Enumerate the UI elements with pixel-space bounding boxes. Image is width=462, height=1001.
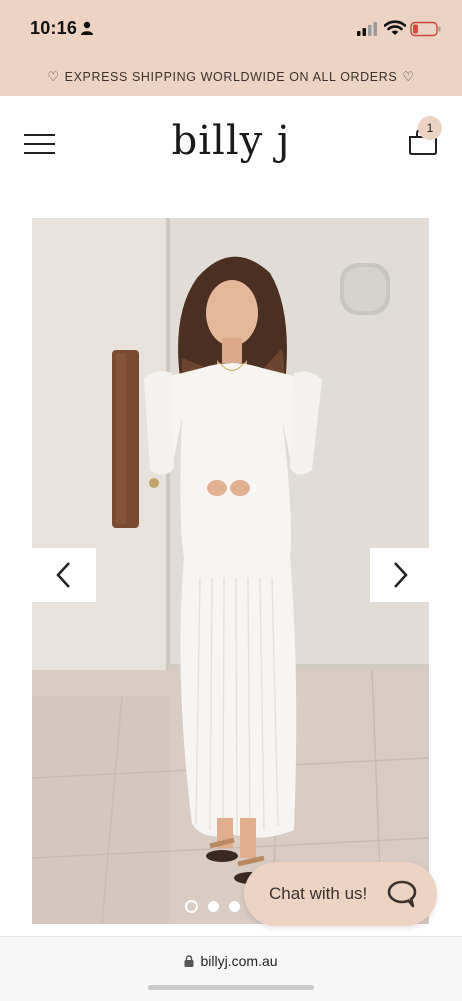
chevron-right-icon [393,562,408,588]
product-image-gallery[interactable] [32,218,429,924]
wifi-icon [384,20,406,35]
promo-banner: ♡ EXPRESS SHIPPING WORLDWIDE ON ALL ORDE… [0,58,462,96]
promo-text: EXPRESS SHIPPING WORLDWIDE ON ALL ORDERS [64,70,398,84]
lock-icon [184,955,194,967]
home-indicator [148,985,314,990]
status-time: 10:16 [30,18,78,38]
slide-dot-3[interactable] [229,901,240,912]
chat-label: Chat with us! [269,884,368,903]
battery-low-icon [410,21,441,37]
previous-image-button[interactable] [32,548,96,602]
cart-count-badge: 1 [418,116,442,140]
status-bar: 10:16 [0,0,462,58]
cellular-signal-icon [357,22,377,36]
chevron-left-icon [56,562,70,588]
heart-icon: ♡ [47,69,60,84]
browser-address-bar[interactable]: billyj.com.au [0,936,462,1001]
slide-dot-1[interactable] [185,900,198,913]
brand-logo[interactable]: billy j [0,118,462,164]
chat-with-us-button[interactable]: Chat with us! [244,862,437,926]
heart-icon: ♡ [402,69,415,84]
site-header: billy j 1 [0,96,462,196]
next-image-button[interactable] [370,548,429,602]
chat-bubble-icon [387,880,417,908]
url-row: billyj.com.au [0,953,462,969]
slide-dot-2[interactable] [208,901,219,912]
person-icon [81,21,93,35]
url-text: billyj.com.au [200,953,278,969]
